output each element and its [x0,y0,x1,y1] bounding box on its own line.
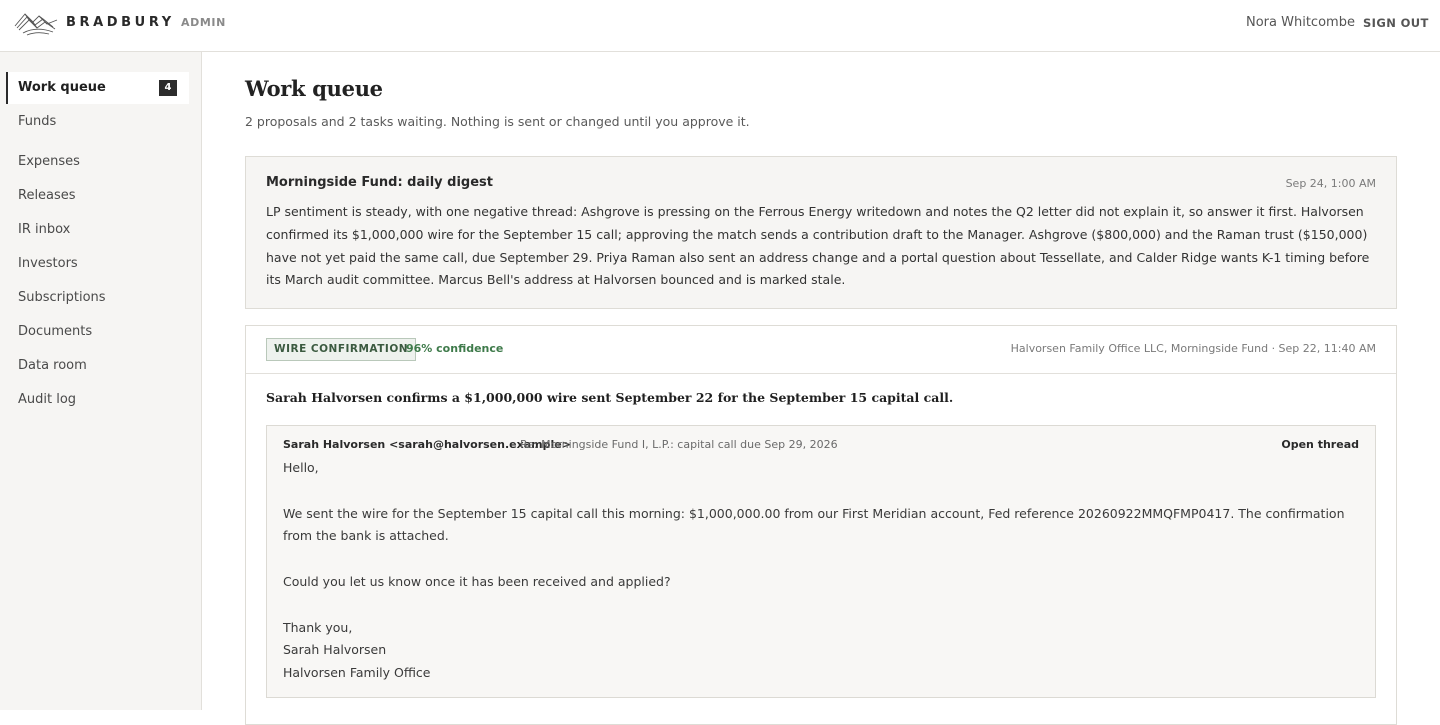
top-bar: BRADBURY ADMIN Nora Whitcombe SIGN OUT [0,0,1440,52]
open-thread-link[interactable]: Open thread [1281,438,1359,451]
confidence-label: 96% confidence [406,342,504,355]
email-signature-org: Halvorsen Family Office [283,665,431,681]
proposal-type-tag: WIRE CONFIRMATION [266,338,417,361]
sidebar-item-data-room[interactable]: Data room [6,350,189,382]
bradbury-logo-icon[interactable] [13,8,59,38]
section-label: ADMIN [181,16,226,29]
brand-name: BRADBURY [66,15,175,30]
sidebar: Work queue 4 Funds Expenses Releases IR … [0,52,202,710]
email-subject: · Re: Morningside Fund I, L.P.: capital … [513,438,838,451]
email-signature-name: Sarah Halvorsen [283,642,387,658]
daily-digest-panel: Morningside Fund: daily digest Sep 24, 1… [245,156,1397,309]
sidebar-item-investors[interactable]: Investors [6,248,189,280]
sidebar-item-documents[interactable]: Documents [6,316,189,348]
sign-out-button[interactable]: SIGN OUT [1363,16,1429,30]
sidebar-item-audit-log[interactable]: Audit log [6,384,189,416]
count-badge: 4 [159,80,177,96]
wire-confirmation-card: WIRE CONFIRMATION 96% confidence Halvors… [245,325,1397,725]
email-greeting: Hello, [283,460,319,475]
sidebar-item-label: Work queue [18,80,106,95]
card-header: WIRE CONFIRMATION 96% confidence Halvors… [246,326,1396,374]
email-paragraph: Could you let us know once it has been r… [283,573,671,589]
card-meta: Halvorsen Family Office LLC, Morningside… [1010,342,1376,355]
sidebar-item-releases[interactable]: Releases [6,180,189,212]
email-paragraph: We sent the wire for the September 15 ca… [283,505,1345,544]
email-body: Hello, We sent the wire for the Septembe… [283,457,1353,685]
sidebar-item-work-queue[interactable]: Work queue 4 [6,72,189,104]
user-name: Nora Whitcombe [1246,15,1355,30]
email-signoff: Thank you, [283,619,353,635]
digest-timestamp: Sep 24, 1:00 AM [1285,177,1376,190]
card-summary: Sarah Halvorsen confirms a $1,000,000 wi… [266,390,954,405]
sidebar-item-ir-inbox[interactable]: IR inbox [6,214,189,246]
email-preview: Sarah Halvorsen <sarah@halvorsen.example… [266,425,1376,698]
page-subtitle: 2 proposals and 2 tasks waiting. Nothing… [245,114,750,129]
sidebar-item-expenses[interactable]: Expenses [6,146,189,178]
sidebar-item-funds[interactable]: Funds [6,106,189,138]
digest-title: Morningside Fund: daily digest [266,175,493,190]
sidebar-item-subscriptions[interactable]: Subscriptions [6,282,189,314]
digest-body: LP sentiment is steady, with one negativ… [266,204,1370,288]
page-title: Work queue [245,76,383,101]
